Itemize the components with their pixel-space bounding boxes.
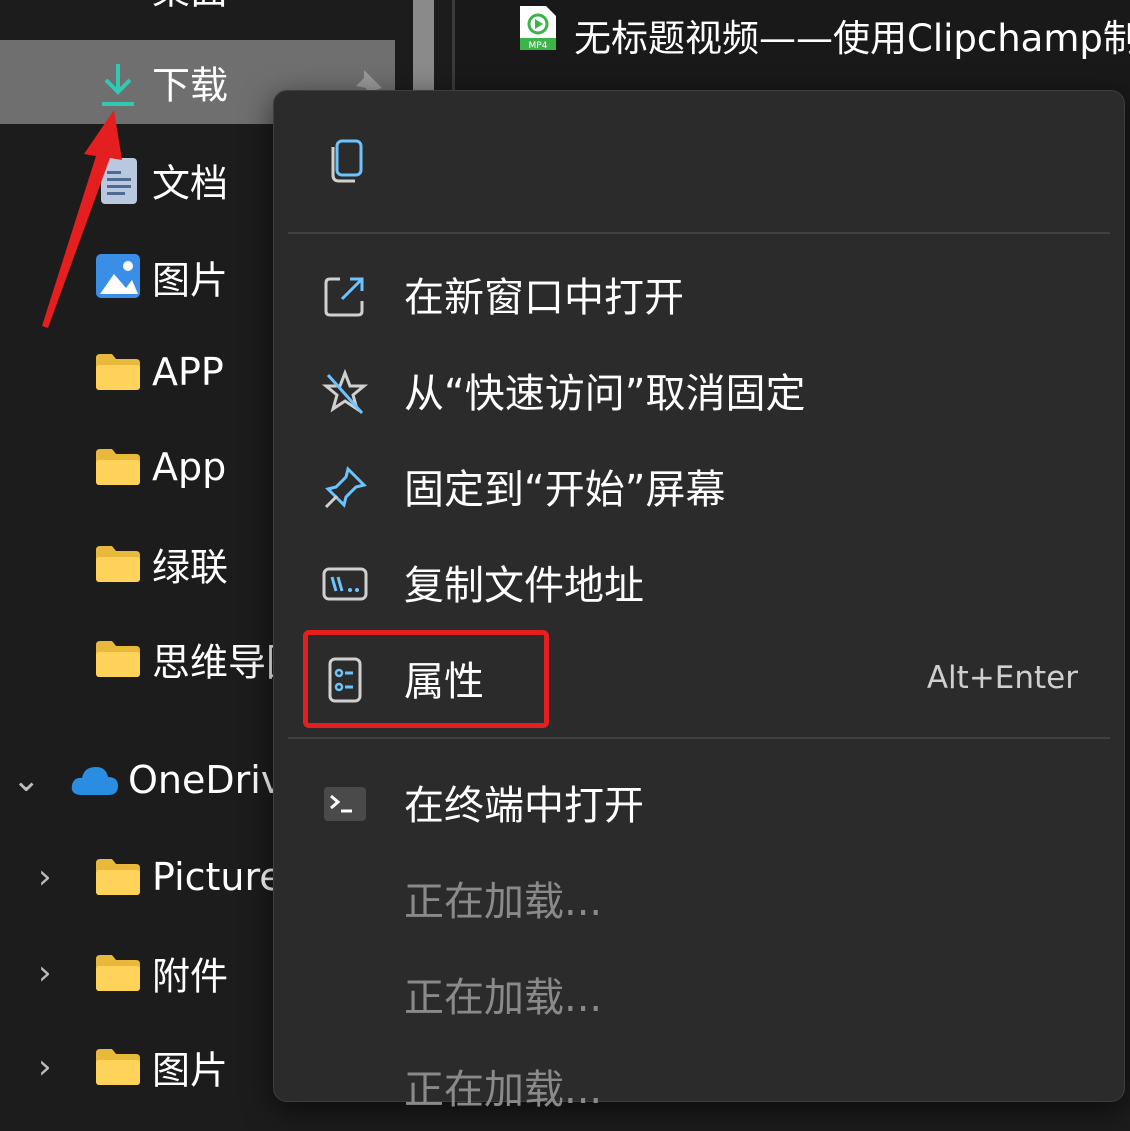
nav-item-label: 图片 bbox=[152, 258, 229, 303]
pin-icon bbox=[324, 466, 367, 509]
menu-item-label: 在新窗口中打开 bbox=[404, 275, 684, 321]
nav-item-label: 附件 bbox=[152, 954, 229, 999]
menu-separator bbox=[288, 737, 1110, 739]
cloud-icon bbox=[71, 767, 118, 795]
nav-item-label: APP bbox=[152, 350, 224, 394]
menu-item-open-in-new-window[interactable]: 在新窗口中打开 bbox=[288, 249, 1110, 339]
chevron-right-icon[interactable]: › bbox=[38, 1047, 52, 1087]
nav-scrollbar-thumb[interactable] bbox=[413, 0, 434, 90]
menu-item-unpin-quick-access[interactable]: 从“快速访问”取消固定 bbox=[288, 345, 1110, 435]
file-name: 无标题视频——使用Clipchamp制作 bbox=[574, 17, 1130, 60]
highlight-box bbox=[303, 630, 549, 728]
nav-item-label: 桌面 bbox=[152, 0, 228, 15]
folder-icon bbox=[96, 354, 140, 390]
folder-icon bbox=[96, 449, 140, 485]
file-badge: MP4 bbox=[529, 41, 548, 51]
folder-icon bbox=[96, 859, 140, 895]
menu-item-open-in-terminal[interactable]: 在终端中打开 bbox=[288, 757, 1110, 847]
unpin-icon bbox=[322, 369, 368, 415]
open-new-window-icon bbox=[324, 277, 364, 317]
menu-item-label: 正在加载... bbox=[404, 1067, 603, 1113]
menu-item-copy-path[interactable]: 复制文件地址 bbox=[288, 537, 1110, 627]
folder-icon bbox=[96, 641, 140, 677]
nav-item-label: 下载 bbox=[152, 63, 229, 108]
context-menu: 在新窗口中打开 从“快速访问”取消固定 固定到“开始”屏幕 复制文件地址 属性 … bbox=[273, 90, 1125, 1113]
menu-item-label: 在终端中打开 bbox=[404, 783, 644, 829]
annotation-arrow bbox=[42, 110, 122, 328]
menu-item-label: 从“快速访问”取消固定 bbox=[404, 371, 806, 417]
mp4-file-icon: MP4 bbox=[520, 6, 556, 51]
folder-icon bbox=[96, 546, 140, 582]
terminal-icon bbox=[324, 787, 366, 821]
folder-icon bbox=[96, 1049, 140, 1085]
chevron-right-icon[interactable]: › bbox=[38, 953, 52, 993]
nav-item-desktop[interactable]: 桌面 ✦ bbox=[0, 0, 395, 34]
menu-item-loading: 正在加载... bbox=[288, 1041, 1110, 1131]
nav-item-label: App bbox=[152, 445, 227, 489]
nav-item-label: 文档 bbox=[152, 161, 229, 206]
nav-item-label: 图片 bbox=[152, 1048, 229, 1093]
chevron-right-icon[interactable]: › bbox=[38, 857, 52, 897]
menu-item-label: 正在加载... bbox=[404, 879, 603, 925]
pin-icon: ✦ bbox=[358, 0, 387, 7]
menu-item-label: 固定到“开始”屏幕 bbox=[404, 467, 726, 513]
nav-item-label: 绿联 bbox=[152, 545, 229, 590]
copy-path-icon bbox=[322, 567, 368, 601]
copy-icon bbox=[331, 139, 363, 183]
menu-separator bbox=[288, 232, 1110, 234]
menu-item-loading: 正在加载... bbox=[288, 853, 1110, 943]
menu-item-label: 正在加载... bbox=[404, 975, 603, 1021]
menu-item-shortcut: Alt+Enter bbox=[926, 660, 1078, 696]
copy-action-button[interactable] bbox=[288, 119, 408, 209]
menu-item-label: 复制文件地址 bbox=[404, 563, 644, 609]
menu-item-loading: 正在加载... bbox=[288, 949, 1110, 1039]
menu-item-pin-to-start[interactable]: 固定到“开始”屏幕 bbox=[288, 441, 1110, 531]
chevron-down-icon[interactable]: ⌄ bbox=[12, 760, 41, 800]
folder-icon bbox=[96, 955, 140, 991]
